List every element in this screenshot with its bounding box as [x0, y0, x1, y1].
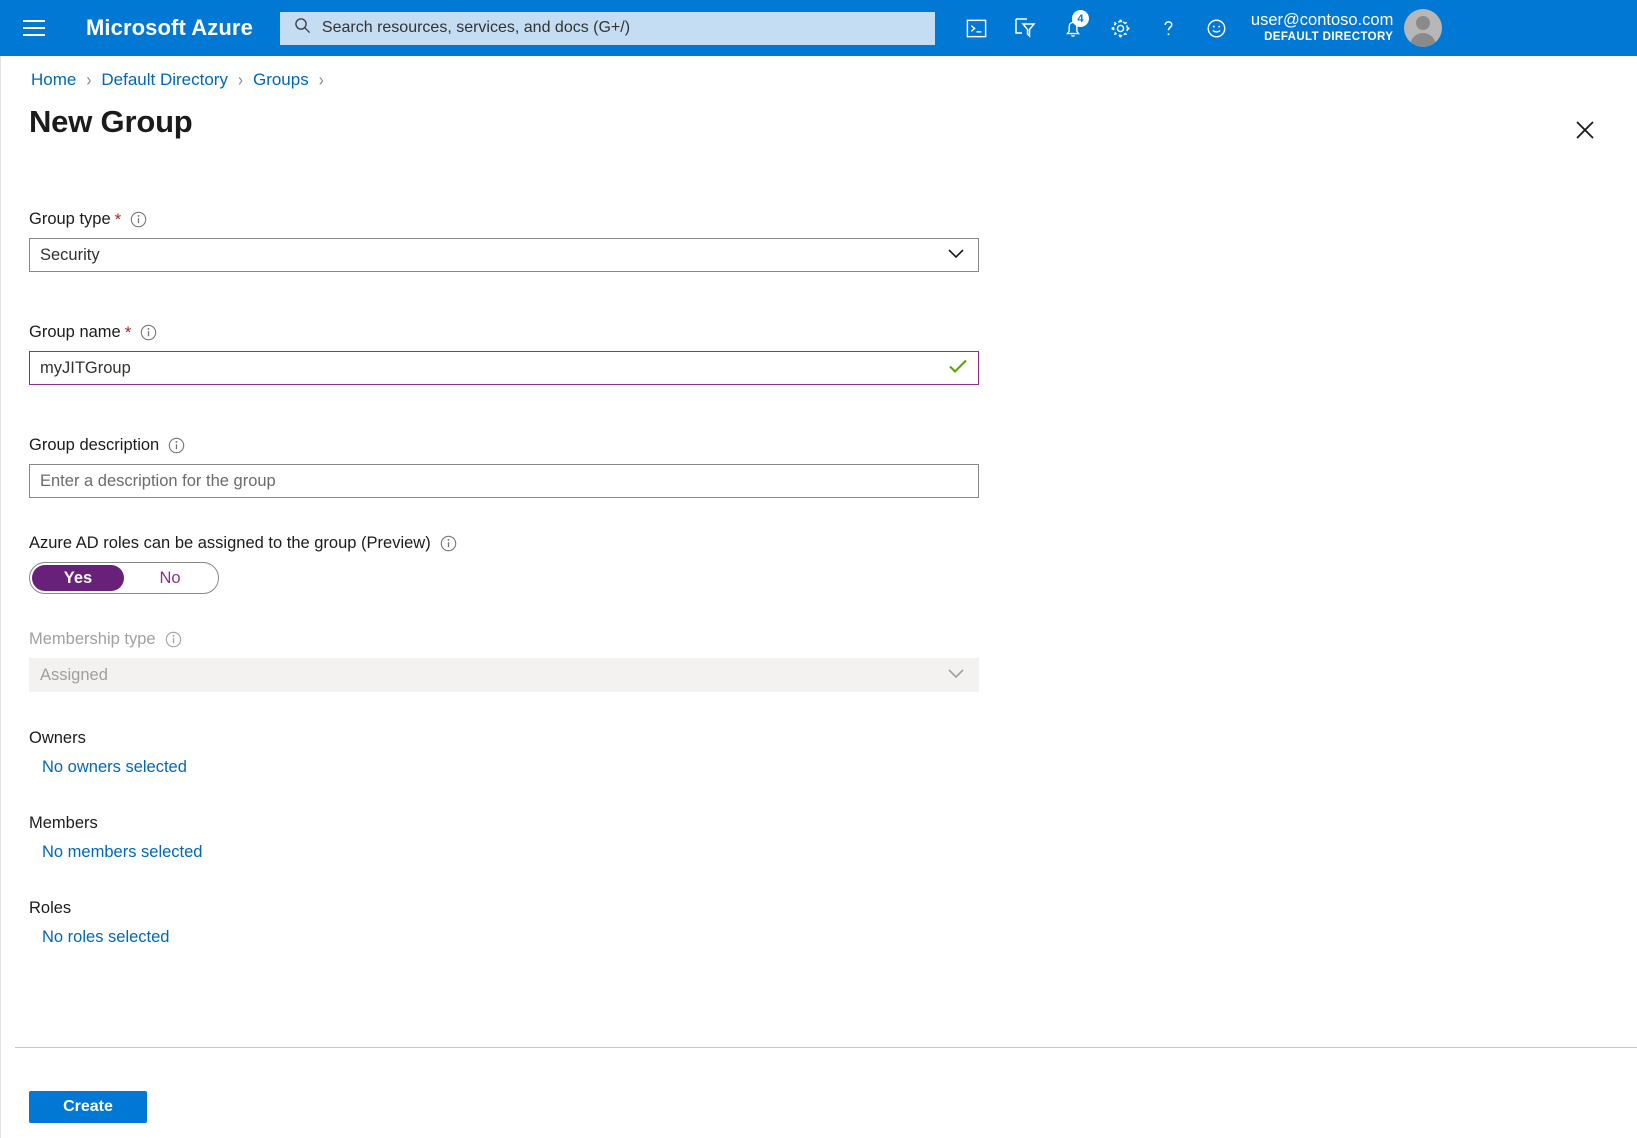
hamburger-menu-icon[interactable] [12, 6, 56, 50]
page-title: New Group [29, 104, 193, 140]
breadcrumb-separator: › [86, 69, 91, 90]
feedback-smiley-icon[interactable] [1193, 6, 1241, 50]
group-name-input-wrapper[interactable] [29, 351, 979, 385]
group-type-required-marker: * [115, 211, 122, 228]
info-icon[interactable] [130, 211, 147, 228]
account-email: user@contoso.com [1251, 11, 1393, 30]
close-blade-button[interactable] [1567, 112, 1603, 148]
header-icon-group: 4 [953, 6, 1241, 50]
membership-type-value: Assigned [40, 666, 108, 685]
cloud-shell-icon[interactable] [953, 6, 1001, 50]
members-label: Members [29, 814, 989, 833]
account-menu[interactable]: user@contoso.com DEFAULT DIRECTORY [1251, 9, 1454, 47]
breadcrumb-item-default-directory[interactable]: Default Directory [101, 70, 228, 90]
field-owners: Owners No owners selected [29, 729, 989, 777]
notifications-bell-icon[interactable]: 4 [1049, 6, 1097, 50]
field-group-type: Group type * Security [29, 211, 989, 272]
field-azure-ad-roles: Azure AD roles can be assigned to the gr… [29, 535, 989, 594]
group-description-label-row: Group description [29, 437, 989, 454]
group-description-input-wrapper[interactable] [29, 464, 979, 498]
account-directory: DEFAULT DIRECTORY [1251, 31, 1393, 45]
members-select-link[interactable]: No members selected [42, 843, 989, 862]
info-icon[interactable] [440, 535, 457, 552]
notification-badge-count: 4 [1072, 10, 1089, 27]
field-membership-type: Membership type Assigned [29, 631, 989, 692]
group-type-select[interactable]: Security [29, 238, 979, 272]
azure-top-header: Microsoft Azure [0, 0, 1637, 56]
group-type-label-row: Group type * [29, 211, 989, 228]
new-group-form: Group type * Security [29, 211, 989, 947]
group-type-value: Security [40, 246, 100, 265]
new-group-blade: Home › Default Directory › Groups › New … [0, 56, 1637, 1138]
group-description-label: Group description [29, 437, 159, 454]
footer-divider [15, 1047, 1637, 1048]
breadcrumb: Home › Default Directory › Groups › [31, 70, 334, 90]
azure-brand-title[interactable]: Microsoft Azure [86, 15, 253, 41]
group-description-input[interactable] [40, 472, 968, 491]
breadcrumb-separator: › [319, 69, 324, 90]
info-icon[interactable] [140, 324, 157, 341]
azure-ad-roles-label-row: Azure AD roles can be assigned to the gr… [29, 535, 989, 552]
azure-ad-roles-label: Azure AD roles can be assigned to the gr… [29, 535, 431, 552]
owners-label: Owners [29, 729, 989, 748]
group-type-label: Group type [29, 211, 111, 228]
directories-subscriptions-icon[interactable] [1001, 6, 1049, 50]
info-icon[interactable] [168, 437, 185, 454]
info-icon[interactable] [165, 631, 182, 648]
chevron-down-icon [946, 246, 966, 265]
help-question-icon[interactable] [1145, 6, 1193, 50]
membership-type-label-row: Membership type [29, 631, 989, 648]
breadcrumb-item-groups[interactable]: Groups [253, 70, 309, 90]
group-name-label-row: Group name * [29, 324, 989, 341]
field-group-name: Group name * [29, 324, 989, 385]
breadcrumb-item-home[interactable]: Home [31, 70, 76, 90]
avatar[interactable] [1404, 9, 1442, 47]
roles-select-link[interactable]: No roles selected [42, 928, 989, 947]
field-members: Members No members selected [29, 814, 989, 862]
close-icon [1574, 119, 1596, 141]
azure-ad-roles-toggle[interactable]: Yes No [29, 562, 219, 594]
toggle-option-no[interactable]: No [124, 565, 216, 591]
breadcrumb-separator: › [238, 69, 243, 90]
group-name-required-marker: * [125, 324, 132, 341]
field-roles: Roles No roles selected [29, 899, 989, 947]
global-search-box[interactable] [280, 12, 935, 45]
field-group-description: Group description [29, 437, 989, 498]
group-name-input[interactable] [40, 359, 948, 378]
owners-select-link[interactable]: No owners selected [42, 758, 989, 777]
group-name-label: Group name [29, 324, 121, 341]
validation-check-icon [948, 358, 968, 379]
membership-type-select: Assigned [29, 658, 979, 692]
toggle-option-yes[interactable]: Yes [32, 565, 124, 591]
membership-type-label: Membership type [29, 631, 156, 648]
settings-gear-icon[interactable] [1097, 6, 1145, 50]
search-icon [294, 17, 311, 39]
roles-label: Roles [29, 899, 989, 918]
chevron-down-icon [946, 666, 966, 685]
search-input[interactable] [320, 18, 925, 38]
create-button[interactable]: Create [29, 1091, 147, 1123]
